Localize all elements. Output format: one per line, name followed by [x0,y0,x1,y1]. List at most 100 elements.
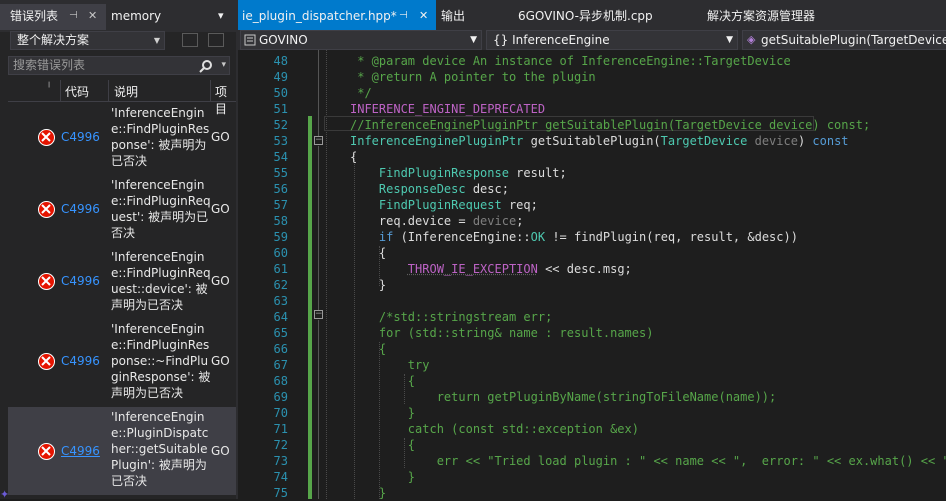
line-number: 68 [273,374,288,388]
error-project: GO [211,444,230,458]
line-number: 53 [273,134,288,148]
line-number: 65 [273,326,288,340]
tab-memory[interactable]: memory [111,5,161,27]
line-number: 60 [273,246,288,260]
search-input[interactable]: 搜索错误列表 ▾ [8,56,230,75]
search-icon[interactable] [199,59,213,73]
code-line-53: InferenceEnginePluginPtr getSuitablePlug… [350,134,849,148]
scope-navigation-dropdown[interactable]: {} InferenceEngine ▼ [486,30,738,50]
chevron-down-icon[interactable]: ▾ [221,57,226,74]
error-icon [38,273,55,290]
code-line-74: } [407,470,416,484]
code-line-71: catch (const std::exception &ex) [407,422,639,436]
sparkle-icon: ✦ [0,488,10,501]
error-icon [38,129,55,146]
error-icon [38,443,55,460]
line-number: 59 [273,230,288,244]
line-number: 74 [273,470,288,484]
error-project: GO [211,354,230,368]
chevron-down-icon: ▼ [470,35,477,45]
tab-solution-explorer[interactable]: 解决方案资源管理器 [707,0,815,32]
code-line-59: if (InferenceEngine::OK != findPlugin(re… [378,230,798,244]
line-number: 52 [273,118,288,132]
code-line-65: for (std::string& name : result.names) [378,326,654,340]
code-line-67: try [407,358,430,372]
code-line-48: * @param device An instance of Inference… [350,54,791,68]
error-row[interactable]: C4996 'InferenceEngine::FindPluginReques… [8,247,236,317]
collapse-toggle-icon[interactable]: − [314,310,323,319]
namespace-name: {} InferenceEngine [493,33,610,47]
error-row[interactable]: C4996 'InferenceEngine::FindPluginReques… [8,175,236,245]
column-code[interactable]: 代码 [65,83,89,100]
filter-buttons [180,30,232,50]
error-row[interactable]: C4996 'InferenceEngine::FindPluginRespon… [8,319,236,405]
column-description[interactable]: 说明 [114,83,138,100]
line-number: 58 [273,214,288,228]
filter-toggle-button[interactable] [182,33,198,47]
line-number: 48 [273,54,288,68]
tab-label: ie_plugin_dispatcher.hpp* [242,9,397,23]
error-project: GO [211,202,230,216]
error-list-header: ╵ 代码 说明 项目 [8,80,236,116]
error-code-link[interactable]: C4996 [61,130,100,144]
tab-output[interactable]: 输出 [441,0,465,32]
error-code-link[interactable]: C4996 [61,274,100,288]
code-line-52: //InferenceEnginePluginPtr getSuitablePl… [350,118,871,132]
error-project: GO [211,274,230,288]
code-line-50: */ [350,86,372,100]
pin-icon[interactable]: ⊣ [69,5,78,27]
project-dropdown[interactable]: GOVINO ▼ [240,30,482,50]
error-code-link[interactable]: C4996 [61,354,100,368]
error-icon [38,353,55,370]
line-number: 56 [273,182,288,196]
error-description: 'InferenceEngine::FindPluginResponse': 被… [111,106,210,168]
code-line-49: * @return A pointer to the plugin [350,70,596,84]
code-line-54: { [350,150,358,164]
code-editor[interactable]: 48 49 50 51 52 53 54 55 56 57 58 59 60 61 62 63 64 65 66 67… [238,50,946,500]
code-line-56: ResponseDesc desc; [378,182,509,196]
chevron-down-icon[interactable]: ▾ [218,5,224,27]
code-line-51: INFERENCE_ENGINE_DEPRECATED [350,102,546,116]
code-line-68: { [407,374,416,388]
method-icon: ◈ [747,33,756,46]
code-line-58: req.device = device; [350,214,524,228]
error-description: 'InferenceEngine::PluginDispatcher::getS… [111,410,209,488]
error-row[interactable]: C4996 'InferenceEngine::FindPluginRespon… [8,103,236,173]
line-number: 54 [273,150,288,164]
error-row-selected[interactable]: C4996 'InferenceEngine::PluginDispatcher… [8,407,236,495]
pin-icon[interactable]: ⊣ [399,0,408,32]
code-line-75: } [378,486,387,500]
scope-dropdown[interactable]: 整个解决方案 ▼ [10,31,165,50]
close-icon[interactable]: ✕ [419,0,428,32]
code-line-64: /*std::stringstream err; [378,310,553,324]
error-list-panel: 错误列表 ⊣ ✕ memory ▾ 整个解决方案 ▼ 搜索错误列表 ▾ ╵ 代码… [0,0,236,501]
error-description: 'InferenceEngine::FindPluginResponse::~F… [111,322,211,400]
line-number: 75 [273,486,288,500]
line-number: 55 [273,166,288,180]
error-description: 'InferenceEngine::FindPluginRequest': 被声… [111,178,211,240]
close-icon[interactable]: ✕ [88,5,97,27]
line-number: 49 [273,70,288,84]
code-line-69: return getPluginByName(stringToFileName(… [436,390,777,404]
code-line-72: { [407,438,416,452]
line-number: 70 [273,406,288,420]
line-number: 57 [273,198,288,212]
member-name: getSuitablePlugin(TargetDevice [761,33,946,47]
tab-error-list-label: 错误列表 [10,9,59,23]
line-number: 72 [273,438,288,452]
panel-tab-strip: 错误列表 ⊣ ✕ memory ▾ [0,0,236,32]
collapse-toggle-icon[interactable]: − [314,136,323,145]
member-dropdown[interactable]: ◈ getSuitablePlugin(TargetDevice [742,30,946,50]
error-code-link[interactable]: C4996 [61,202,100,216]
line-number: 51 [273,102,288,116]
tab-async-cpp[interactable]: 6GOVINO-异步机制.cpp [518,0,653,32]
error-project: GO [211,130,230,144]
line-number: 73 [273,454,288,468]
sort-marker-icon[interactable]: ╵ [46,83,52,94]
filter-toggle-button[interactable] [208,33,224,47]
line-number: 66 [273,342,288,356]
error-description: 'InferenceEngine::FindPluginRequest::dev… [111,250,211,312]
tab-ie-plugin-dispatcher[interactable]: ie_plugin_dispatcher.hpp* ⊣ ✕ [238,0,436,32]
error-code-link[interactable]: C4996 [61,444,100,458]
project-icon [244,34,256,46]
